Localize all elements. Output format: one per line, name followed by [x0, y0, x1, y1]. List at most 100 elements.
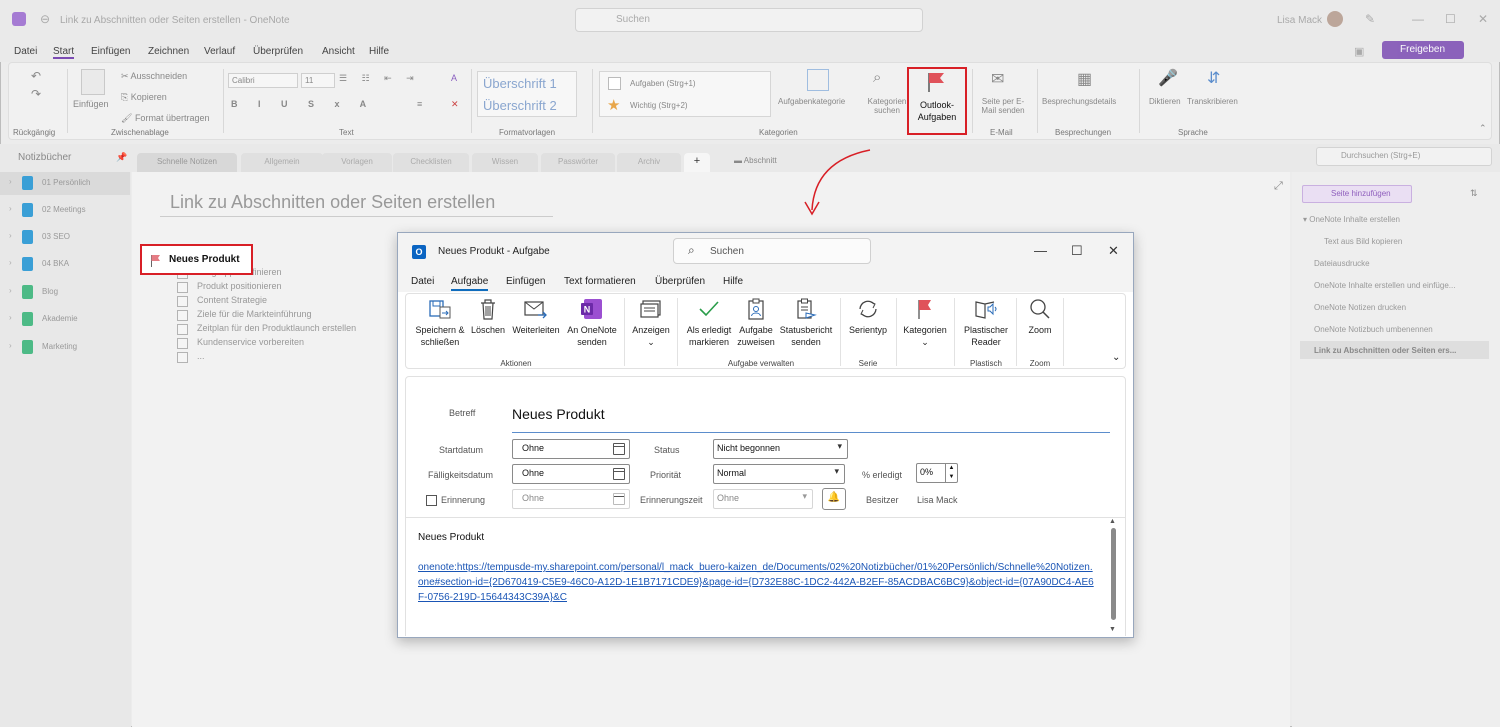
menu-einfuegen[interactable]: Einfügen: [91, 46, 130, 57]
note-heading-highlight[interactable]: Neues Produkt: [140, 244, 253, 275]
categorize-button[interactable]: Kategorien ⌄: [900, 298, 950, 348]
tab-checklisten[interactable]: Checklisten: [393, 153, 469, 172]
scroll-down-icon[interactable]: ▼: [1109, 626, 1116, 633]
close-icon[interactable]: ✕: [1478, 12, 1488, 26]
recurrence-button[interactable]: Serientyp: [844, 298, 892, 336]
page-item[interactable]: ▾ OneNote Inhalte erstellen: [1303, 215, 1400, 224]
todo-checkbox[interactable]: [177, 324, 188, 335]
maximize-icon[interactable]: ☐: [1071, 243, 1083, 259]
task-body-editor[interactable]: Neues Produkt onenote:https://tempusde-m…: [405, 518, 1126, 636]
notebook-item[interactable]: › Blog: [0, 281, 130, 304]
task-category-icon[interactable]: [807, 69, 829, 91]
forward-button[interactable]: Weiterleiten: [508, 298, 564, 336]
expand-ribbon-icon[interactable]: ⌄: [1112, 352, 1120, 363]
reminder-checkbox[interactable]: [426, 495, 437, 506]
section-button[interactable]: ▬ Abschnitt: [734, 156, 777, 165]
tab-passwoerter[interactable]: Passwörter: [541, 153, 615, 172]
task-category-button[interactable]: Aufgabenkategorie: [778, 97, 845, 106]
menu-zeichnen[interactable]: Zeichnen: [148, 46, 189, 57]
assign-task-button[interactable]: Aufgabe zuweisen: [736, 298, 776, 348]
todo-checkbox[interactable]: [177, 296, 188, 307]
meeting-details-button[interactable]: Besprechungsdetails: [1042, 97, 1116, 106]
start-date-input[interactable]: Ohne: [512, 439, 630, 459]
notebook-item[interactable]: › Marketing: [0, 336, 130, 359]
transcribe-icon[interactable]: ⇵: [1207, 68, 1220, 88]
send-to-onenote-button[interactable]: N An OneNote senden: [564, 298, 620, 348]
page-item-selected[interactable]: Link zu Abschnitten oder Seiten ers...: [1300, 341, 1489, 359]
notes-search-input[interactable]: Durchsuchen (Strg+E): [1316, 147, 1492, 166]
maximize-icon[interactable]: ☐: [1445, 12, 1456, 26]
reminder-sound-button[interactable]: 🔔: [822, 488, 846, 510]
dialog-menu-datei[interactable]: Datei: [411, 276, 434, 287]
add-page-button[interactable]: Seite hinzufügen: [1302, 185, 1412, 203]
todo-item[interactable]: ...: [177, 351, 397, 365]
spelling-icon[interactable]: A: [451, 73, 457, 83]
calendar-icon[interactable]: [613, 468, 625, 480]
share-button[interactable]: Freigeben: [1382, 41, 1464, 59]
todo-item[interactable]: Ziele für die Markteinführung: [177, 309, 397, 323]
font-name-select[interactable]: Calibri: [228, 73, 298, 88]
send-page-email-button[interactable]: Seite per E-Mail senden: [975, 97, 1031, 115]
collapse-ribbon-icon[interactable]: ⌃: [1479, 123, 1487, 134]
notebook-item[interactable]: › 03 SEO: [0, 226, 130, 249]
subject-input[interactable]: Neues Produkt: [512, 397, 1110, 433]
delete-button[interactable]: Löschen: [468, 298, 508, 336]
pin-icon[interactable]: 📌: [116, 152, 127, 163]
todo-checkbox[interactable]: [177, 310, 188, 321]
page-item[interactable]: OneNote Inhalte erstellen und einfüge...: [1314, 281, 1455, 290]
search-categories-icon[interactable]: ⌕: [873, 69, 881, 86]
show-button[interactable]: Anzeigen ⌄: [628, 298, 674, 348]
tab-archiv[interactable]: Archiv: [617, 153, 681, 172]
zoom-button[interactable]: Zoom: [1020, 298, 1060, 336]
global-search-input[interactable]: Suchen: [575, 8, 923, 32]
minimize-icon[interactable]: —: [1034, 243, 1047, 258]
send-status-report-button[interactable]: Statusbericht senden: [776, 298, 836, 348]
immersive-reader-button[interactable]: Plastischer Reader: [958, 298, 1014, 348]
tag-important[interactable]: Wichtig (Strg+2): [630, 101, 688, 110]
dialog-menu-einfuegen[interactable]: Einfügen: [506, 276, 545, 287]
sort-icon[interactable]: ⇅: [1470, 188, 1478, 199]
mail-icon[interactable]: ✉: [991, 69, 1004, 89]
scrollbar-thumb[interactable]: [1111, 528, 1116, 620]
tab-allgemein[interactable]: Allgemein: [241, 153, 323, 172]
minimize-icon[interactable]: —: [1412, 12, 1424, 26]
dialog-search-input[interactable]: ⌕ Suchen: [673, 238, 871, 264]
transcribe-button[interactable]: Transkribieren: [1187, 97, 1238, 106]
save-close-button[interactable]: Speichern & schließen: [412, 298, 468, 348]
tab-wissen[interactable]: Wissen: [472, 153, 538, 172]
menu-start[interactable]: Start: [53, 46, 75, 59]
todo-checkbox[interactable]: [177, 338, 188, 349]
close-icon[interactable]: ✕: [1108, 243, 1119, 259]
calendar-icon[interactable]: [613, 443, 625, 455]
scroll-up-icon[interactable]: ▲: [1109, 518, 1116, 525]
dialog-menu-hilfe[interactable]: Hilfe: [723, 276, 743, 287]
clear-format-icon[interactable]: ✕: [451, 99, 459, 110]
cut-button[interactable]: ✂ Ausschneiden: [121, 71, 187, 82]
onenote-link[interactable]: onenote:https://tempusde-my.sharepoint.c…: [418, 560, 1098, 605]
percent-complete-stepper[interactable]: 0% ▲ ▼: [916, 463, 958, 483]
notebook-item[interactable]: › 02 Meetings: [0, 199, 130, 222]
page-title[interactable]: Link zu Abschnitten oder Seiten erstelle…: [170, 192, 495, 213]
notebook-item[interactable]: › 04 BKA: [0, 253, 130, 276]
page-item[interactable]: Dateiausdrucke: [1314, 259, 1370, 268]
notebook-view-icon[interactable]: ▣: [1354, 45, 1364, 58]
avatar[interactable]: [1327, 11, 1343, 27]
page-item[interactable]: OneNote Notizbuch umbenennen: [1314, 325, 1433, 334]
tags-gallery[interactable]: Aufgaben (Strg+1) ★ Wichtig (Strg+2): [599, 71, 771, 117]
dialog-menu-aufgabe[interactable]: Aufgabe: [451, 276, 489, 291]
font-size-select[interactable]: 11: [301, 73, 335, 88]
menu-verlauf[interactable]: Verlauf: [204, 46, 235, 57]
tab-vorlagen[interactable]: Vorlagen: [322, 153, 392, 172]
undo-icon[interactable]: ↶: [31, 69, 41, 83]
paste-label[interactable]: Einfügen: [73, 99, 109, 109]
tab-schnelle-notizen[interactable]: Schnelle Notizen: [137, 153, 237, 172]
calendar-icon[interactable]: ▦: [1077, 69, 1092, 89]
dialog-menu-ueberpruefen[interactable]: Überprüfen: [655, 276, 705, 287]
styles-gallery[interactable]: Überschrift 1 Überschrift 2: [477, 71, 577, 117]
mark-complete-button[interactable]: Als erledigt markieren: [681, 298, 737, 348]
list-buttons[interactable]: ☰ ☷ ⇤ ⇥: [339, 73, 420, 84]
format-painter-button[interactable]: 🖌 Format übertragen: [121, 113, 209, 124]
pen-icon[interactable]: ✎: [1365, 12, 1375, 26]
todo-item[interactable]: Kundenservice vorbereiten: [177, 337, 397, 351]
style-heading2[interactable]: Überschrift 2: [483, 98, 557, 113]
